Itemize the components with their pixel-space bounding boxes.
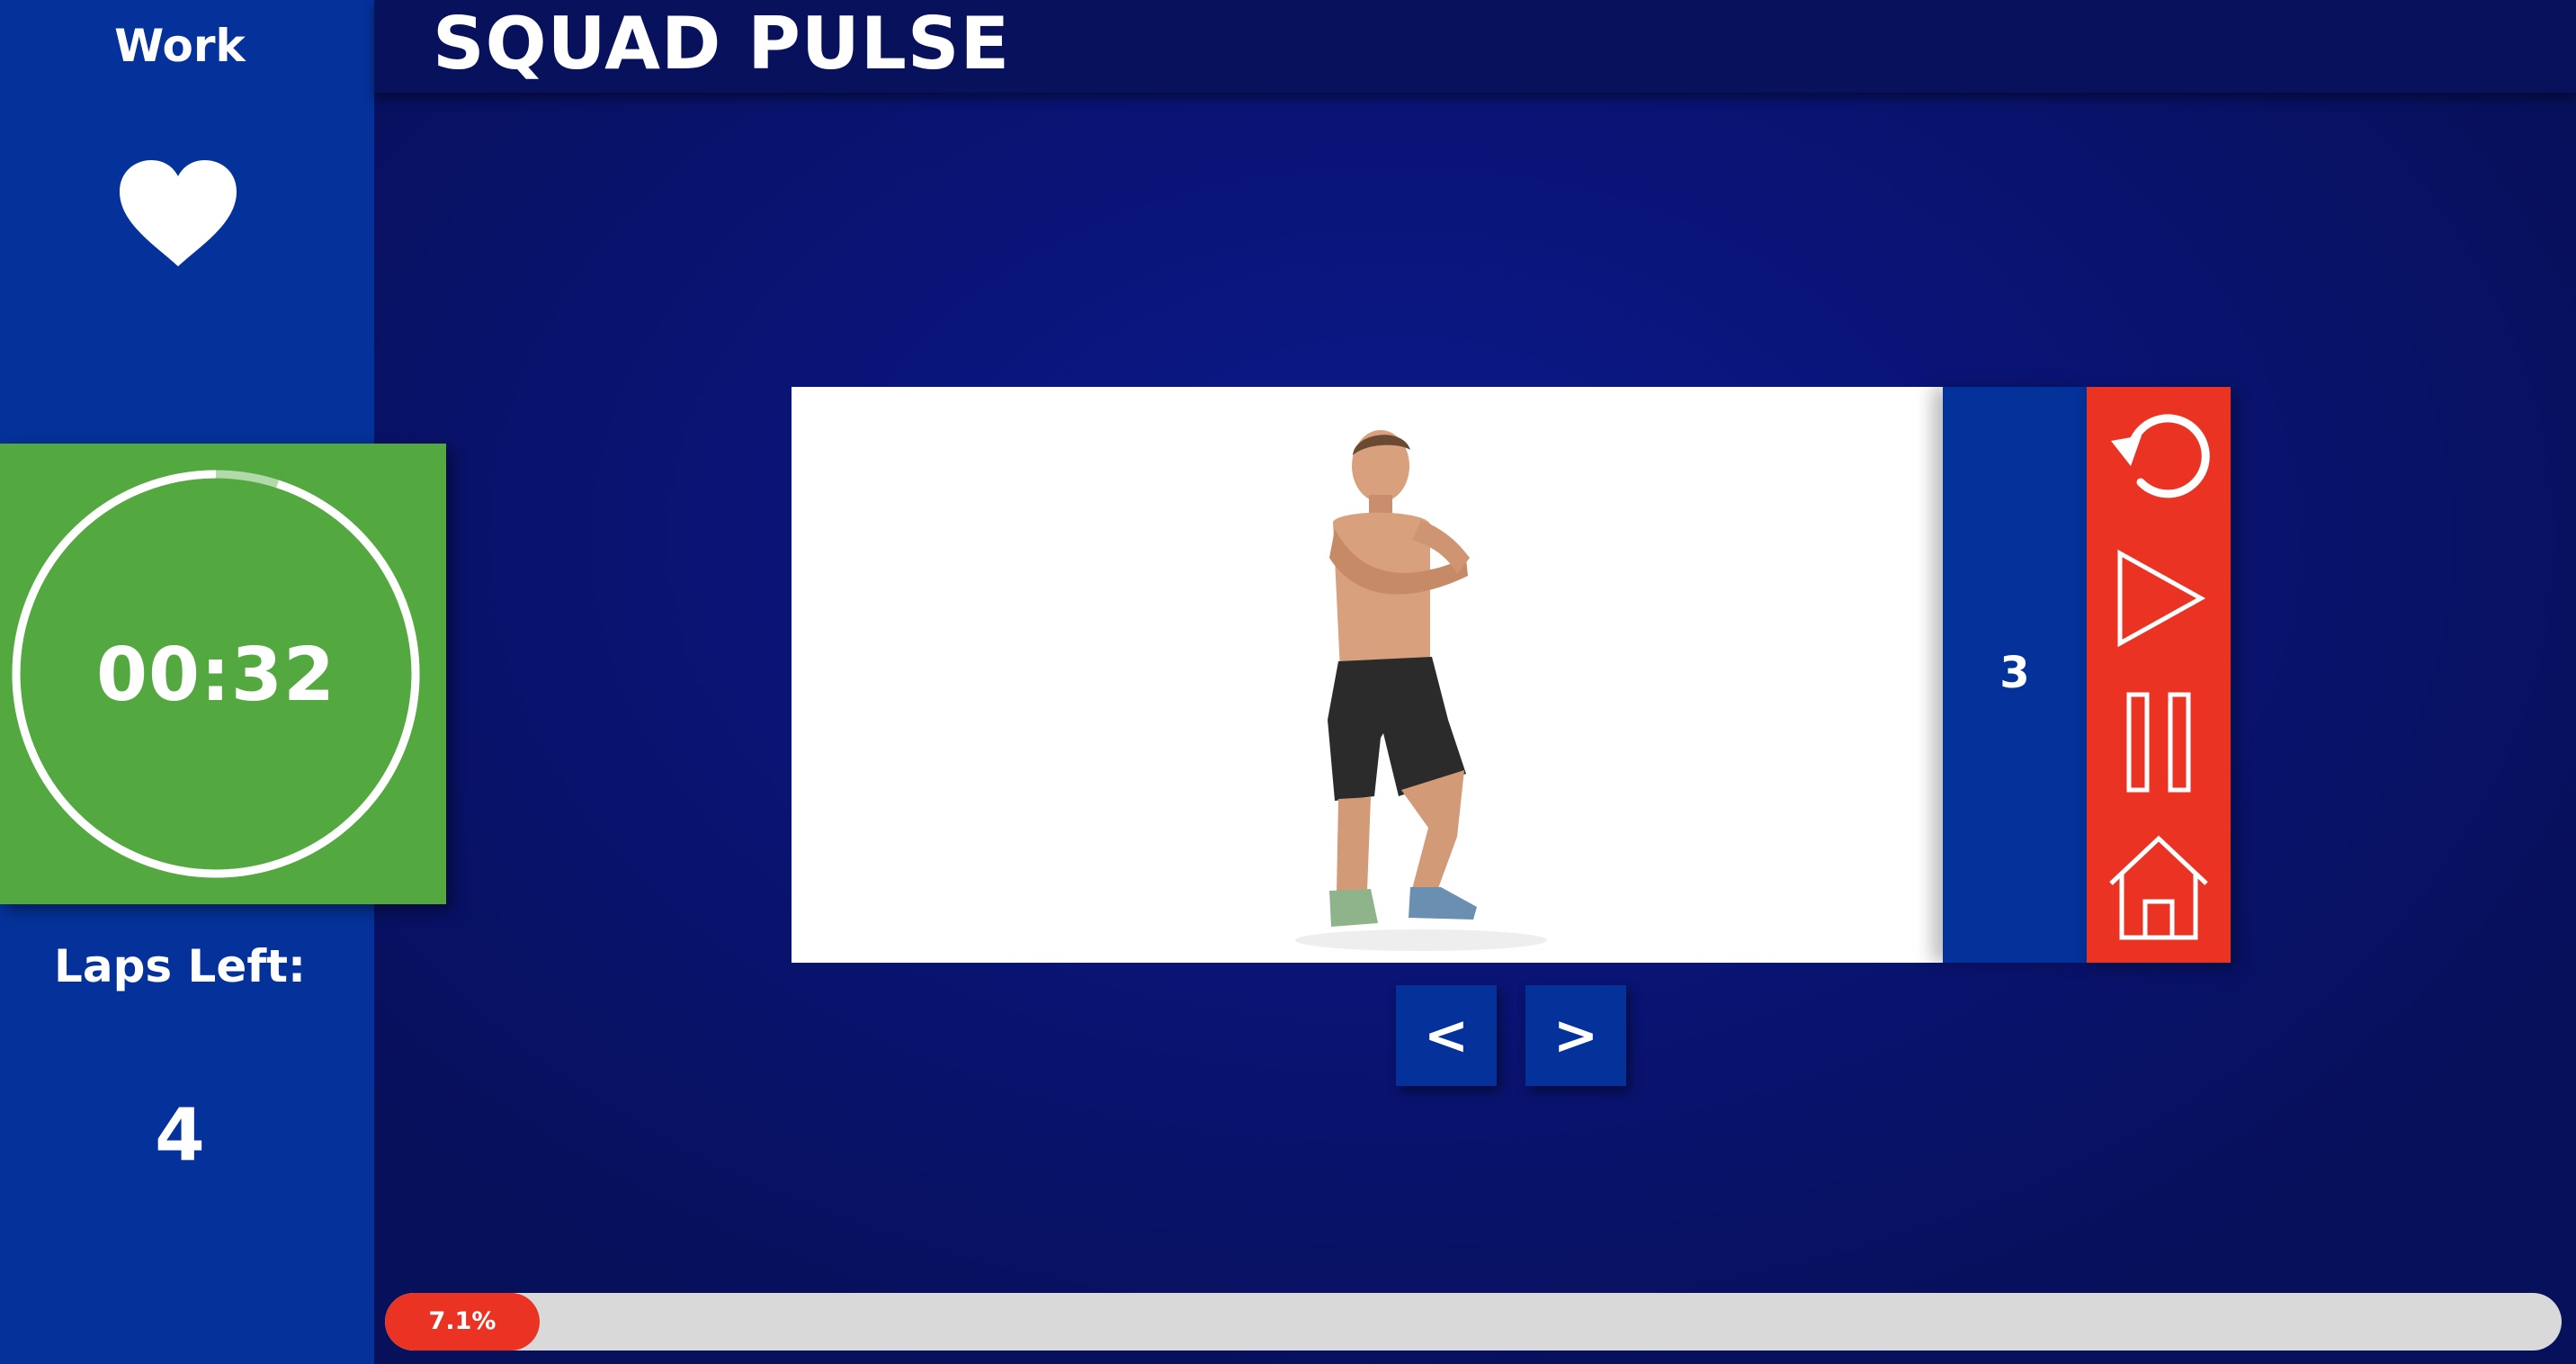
pause-button[interactable] xyxy=(2100,684,2217,801)
play-icon xyxy=(2117,549,2206,648)
set-number-panel: 3 xyxy=(1943,387,2087,963)
page-title: SQUAD PULSE xyxy=(433,2,1011,85)
laps-left-label: Laps Left: xyxy=(54,940,306,992)
home-icon xyxy=(2109,835,2208,940)
next-exercise-button[interactable]: > xyxy=(1525,985,1626,1086)
timer-card: 00:32 xyxy=(0,444,446,904)
previous-exercise-button[interactable]: < xyxy=(1396,985,1497,1086)
pause-icon xyxy=(2126,692,2191,793)
mode-label: Work xyxy=(114,20,246,72)
timer-display: 00:32 xyxy=(95,633,335,718)
set-number: 3 xyxy=(1999,648,2030,698)
exercise-image xyxy=(792,387,1943,963)
play-button[interactable] xyxy=(2100,540,2217,657)
controls-panel xyxy=(2087,387,2231,963)
athlete-squat-figure xyxy=(1295,430,1547,951)
restart-icon xyxy=(2111,414,2210,498)
workout-progress-label: 7.1% xyxy=(428,1307,496,1335)
home-button[interactable] xyxy=(2100,828,2217,945)
heart-icon xyxy=(120,160,237,266)
workout-progress-bar: 7.1% xyxy=(385,1293,2562,1351)
workout-progress-fill: 7.1% xyxy=(385,1293,540,1351)
laps-left-value: 4 xyxy=(155,1093,205,1177)
restart-button[interactable] xyxy=(2100,396,2217,513)
header: SQUAD PULSE xyxy=(374,0,2576,93)
